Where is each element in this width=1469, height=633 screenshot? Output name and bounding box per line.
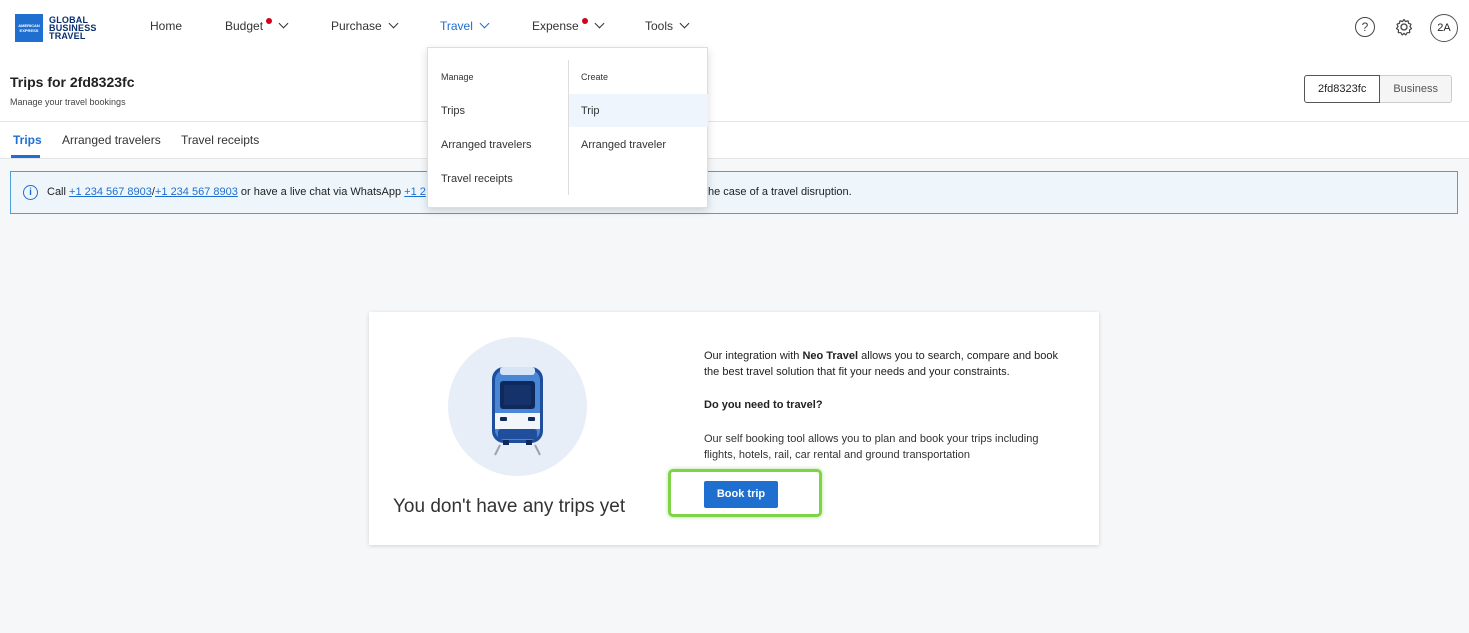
empty-state-title: You don't have any trips yet	[393, 496, 626, 517]
integration-description: Our integration with Neo Travel allows y…	[704, 348, 1064, 380]
menu-item-arranged-travelers[interactable]: Arranged travelers	[441, 139, 532, 151]
nav-home[interactable]: Home	[150, 19, 182, 33]
chevron-down-icon	[479, 18, 490, 29]
help-icon[interactable]: ?	[1355, 17, 1375, 37]
nav-tools[interactable]: Tools	[645, 18, 690, 33]
page-subtitle: Manage your travel bookings	[10, 97, 126, 107]
tab-bar: Trips Arranged travelers Travel receipts	[0, 122, 1469, 159]
banner-tail: he case of a travel disruption.	[708, 186, 852, 198]
tab-travel-receipts[interactable]: Travel receipts	[181, 133, 259, 147]
info-banner: i Call +1 234 567 8903/+1 234 567 8903 o…	[10, 171, 1458, 214]
amex-gbt-logo[interactable]: AMERICAN EXPRESS GLOBAL BUSINESS TRAVEL	[15, 14, 109, 42]
whatsapp-link[interactable]: +1 2	[404, 186, 426, 198]
notification-dot	[266, 18, 273, 24]
nav-expense[interactable]: Expense	[532, 18, 605, 33]
tab-trips[interactable]: Trips	[13, 133, 42, 147]
chevron-down-icon	[679, 18, 690, 29]
train-icon	[492, 367, 543, 456]
banner-text: Call +1 234 567 8903/+1 234 567 8903 or …	[47, 186, 426, 198]
nav-travel[interactable]: Travel	[440, 18, 490, 33]
account-option-business[interactable]: Business	[1380, 75, 1452, 103]
nav-budget[interactable]: Budget	[225, 18, 289, 33]
nav-tools-label: Tools	[645, 19, 674, 33]
booking-tool-description: Our self booking tool allows you to plan…	[704, 433, 1039, 461]
menu-item-create-arranged-traveler[interactable]: Arranged traveler	[581, 139, 666, 151]
banner-prefix: Call	[47, 186, 70, 198]
neo-travel-name: Neo Travel	[802, 350, 859, 362]
top-navigation-bar: AMERICAN EXPRESS GLOBAL BUSINESS TRAVEL …	[0, 0, 1469, 56]
create-heading: Create	[581, 72, 609, 82]
menu-item-create-trip[interactable]: Trip	[581, 105, 600, 117]
logo-text: GLOBAL BUSINESS TRAVEL	[49, 16, 109, 41]
chevron-down-icon	[594, 18, 605, 29]
user-avatar[interactable]: 2A	[1430, 14, 1458, 42]
travel-question: Do you need to travel?	[704, 399, 823, 411]
gear-icon[interactable]	[1394, 17, 1414, 37]
train-illustration	[448, 337, 587, 476]
tab-arranged-travelers[interactable]: Arranged travelers	[62, 133, 161, 147]
banner-mid: or have a live chat via WhatsApp	[237, 186, 405, 198]
menu-item-trips[interactable]: Trips	[441, 105, 465, 117]
phone-link-2[interactable]: +1 234 567 8903	[155, 186, 238, 198]
nav-home-label: Home	[150, 19, 183, 33]
nav-expense-label: Expense	[532, 19, 579, 33]
account-option-personal[interactable]: 2fd8323fc	[1304, 75, 1381, 103]
nav-travel-label: Travel	[440, 19, 473, 33]
page-header: Trips for 2fd8323fc Manage your travel b…	[0, 56, 1469, 122]
nav-purchase-label: Purchase	[331, 19, 382, 33]
nav-budget-label: Budget	[225, 19, 264, 33]
empty-trips-card: You don't have any trips yet Our integra…	[369, 312, 1099, 545]
manage-heading: Manage	[441, 72, 474, 82]
desc1-pre: Our integration with	[704, 350, 803, 362]
chevron-down-icon	[388, 18, 399, 29]
book-trip-button[interactable]: Book trip	[704, 481, 778, 508]
menu-item-travel-receipts[interactable]: Travel receipts	[441, 173, 513, 185]
nav-purchase[interactable]: Purchase	[331, 18, 399, 33]
notification-dot	[581, 18, 588, 24]
page-title: Trips for 2fd8323fc	[10, 74, 135, 90]
chevron-down-icon	[278, 18, 289, 29]
amex-logo-box: AMERICAN EXPRESS	[15, 14, 43, 42]
info-icon: i	[23, 185, 38, 200]
account-switcher: 2fd8323fc Business	[1304, 75, 1452, 103]
dropdown-divider	[568, 60, 569, 195]
travel-dropdown-menu: Manage Trips Arranged travelers Travel r…	[427, 47, 708, 208]
logo-line-3: TRAVEL	[49, 31, 86, 41]
active-tab-indicator	[11, 155, 40, 158]
phone-link-1[interactable]: +1 234 567 8903	[69, 186, 152, 198]
